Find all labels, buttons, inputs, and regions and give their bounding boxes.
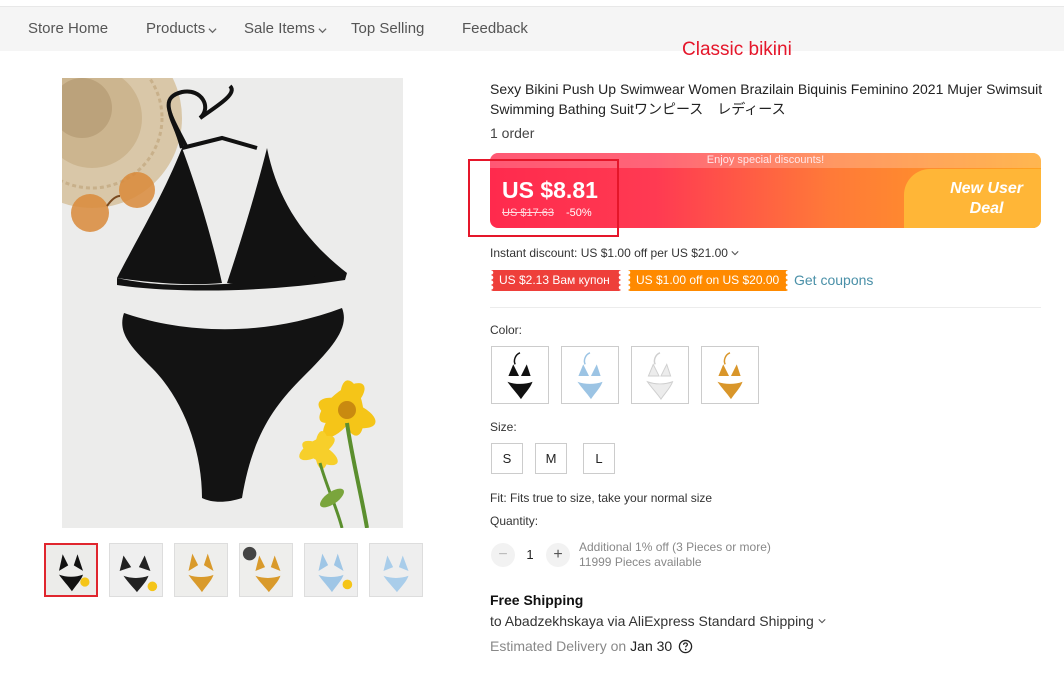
order-count: 1 order <box>490 125 535 141</box>
thumbnail-mustard-2[interactable] <box>239 543 293 597</box>
instant-discount-text: Instant discount: US $1.00 off per US $2… <box>490 246 728 260</box>
nav-products-label: Products <box>146 20 206 37</box>
highlight-box <box>468 159 619 237</box>
new-user-line1: New User <box>950 180 1023 197</box>
chevron-down-icon <box>731 251 739 256</box>
thumbnail-image <box>305 544 357 596</box>
quantity-label: Quantity: <box>490 514 539 528</box>
nav-store-home[interactable]: Store Home <box>28 20 108 37</box>
color-swatch-light-blue[interactable] <box>561 346 619 404</box>
nav-top-selling-label: Top Selling <box>351 20 425 37</box>
thumbnail-image <box>110 544 162 596</box>
thumbnail-image <box>46 545 96 595</box>
thumbnail-light-blue[interactable] <box>304 543 358 597</box>
size-option-l[interactable]: L <box>583 443 615 474</box>
nav-sale-items-label: Sale Items <box>244 20 315 37</box>
thumbnail-black-white[interactable] <box>109 543 163 597</box>
quantity-decrease-button[interactable]: − <box>491 543 515 567</box>
shipping-heading: Free Shipping <box>490 592 584 608</box>
instant-discount[interactable]: Instant discount: US $1.00 off per US $2… <box>490 246 739 260</box>
annotation-title: Classic bikini <box>682 39 792 60</box>
swatch-image <box>492 347 548 403</box>
estimated-delivery-date: Jan 30 <box>630 638 673 654</box>
chevron-down-icon <box>818 619 826 624</box>
nav-top-selling[interactable]: Top Selling <box>351 20 424 37</box>
swatch-image <box>632 347 688 403</box>
nav-products[interactable]: Products <box>146 20 217 37</box>
quantity-increase-button[interactable]: + <box>546 543 570 567</box>
thumbnail-light-blue-2[interactable] <box>369 543 423 597</box>
size-option-m[interactable]: M <box>535 443 567 474</box>
nav-sale-items[interactable]: Sale Items <box>244 20 327 37</box>
nav-feedback-label: Feedback <box>462 20 528 37</box>
size-option-s[interactable]: S <box>491 443 523 474</box>
color-label: Color: <box>490 323 523 337</box>
color-swatch-black[interactable] <box>491 346 549 404</box>
fit-note: Fit: Fits true to size, take your normal… <box>490 491 713 505</box>
coupon-store[interactable]: US $2.13 Вам купон <box>491 270 621 291</box>
estimated-delivery: Estimated Delivery on Jan 30 <box>490 638 693 654</box>
quantity-value[interactable]: 1 <box>522 547 538 562</box>
store-nav-bar: Store Home Products Sale Items Top Selli… <box>0 6 1064 51</box>
chevron-down-icon <box>318 27 327 33</box>
quantity-info: Additional 1% off (3 Pieces or more) 119… <box>579 540 771 570</box>
thumbnail-image <box>175 544 227 596</box>
size-label: Size: <box>490 420 517 434</box>
divider <box>490 307 1041 308</box>
stock-available: 11999 Pieces available <box>579 555 702 569</box>
shipping-destination: to Abadzekhskaya via AliExpress Standard… <box>490 613 814 629</box>
nav-feedback[interactable]: Feedback <box>462 20 528 37</box>
thumbnail-strip <box>44 543 424 597</box>
estimated-delivery-label: Estimated Delivery on <box>490 638 627 654</box>
new-user-line2: Deal <box>969 200 1004 217</box>
shipping-method-selector[interactable]: to Abadzekhskaya via AliExpress Standard… <box>490 613 826 629</box>
product-title: Sexy Bikini Push Up Swimwear Women Brazi… <box>490 81 1043 117</box>
thumbnail-image <box>370 544 422 596</box>
new-user-deal-label: New User Deal <box>950 179 1023 219</box>
get-coupons-link[interactable]: Get coupons <box>794 272 873 288</box>
thumbnail-image <box>240 544 292 596</box>
help-icon[interactable] <box>678 639 693 654</box>
color-swatch-white[interactable] <box>631 346 689 404</box>
color-swatch-mustard[interactable] <box>701 346 759 404</box>
thumbnail-mustard[interactable] <box>174 543 228 597</box>
nav-store-home-label: Store Home <box>28 20 109 37</box>
bikini-photo <box>62 78 403 528</box>
bulk-discount-note: Additional 1% off (3 Pieces or more) <box>579 540 771 554</box>
coupon-select[interactable]: US $1.00 off on US $20.00 <box>628 270 788 291</box>
main-product-image[interactable] <box>62 78 403 528</box>
swatch-image <box>562 347 618 403</box>
swatch-image <box>702 347 758 403</box>
chevron-down-icon <box>208 27 217 33</box>
thumbnail-black[interactable] <box>44 543 98 597</box>
